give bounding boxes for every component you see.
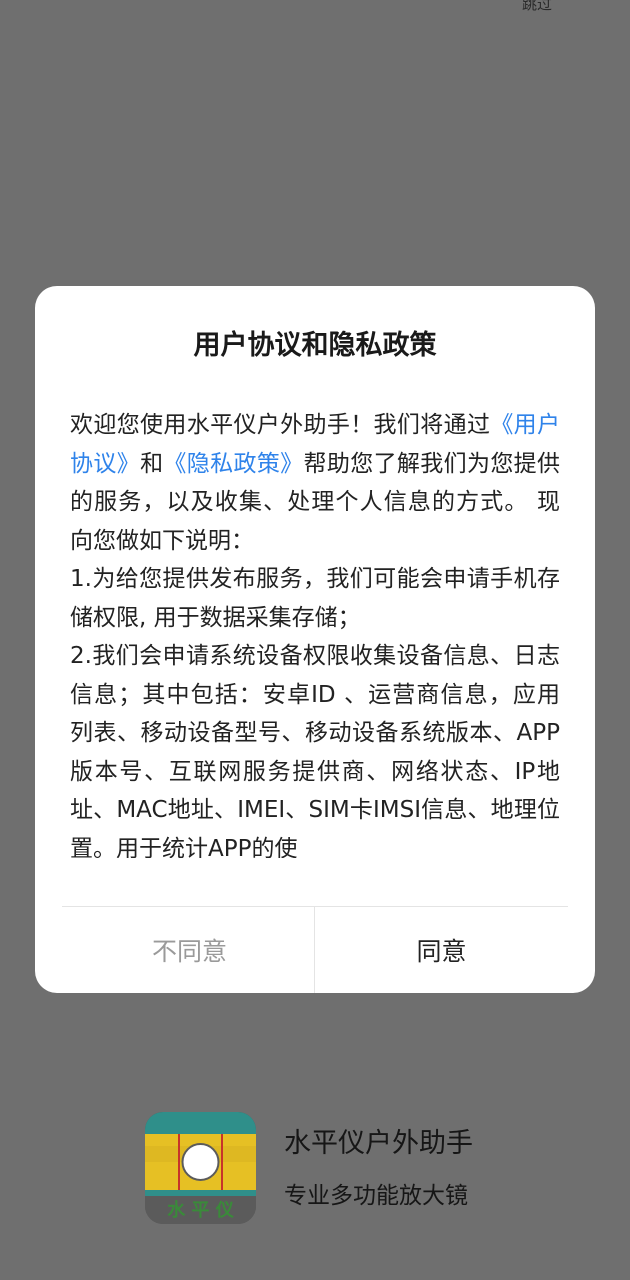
disagree-button[interactable]: 不同意 bbox=[50, 907, 329, 993]
app-slogan: 专业多功能放大镜 bbox=[284, 1183, 468, 1209]
item-1-text: 1.为给您提供发布服务，我们可能会申请手机存储权限, 用于数据采集存储； bbox=[70, 566, 560, 631]
privacy-dialog: 用户协议和隐私政策 欢迎您使用水平仪户外助手！我们将通过《用户协议》和《隐私政策… bbox=[35, 286, 595, 993]
app-name: 水平仪户外助手 bbox=[284, 1128, 473, 1159]
privacy-policy-link[interactable]: 《隐私政策》 bbox=[163, 451, 303, 477]
level-logo-icon: 水 平 仪 bbox=[145, 1112, 256, 1224]
app-logo-icon: 水 平 仪 bbox=[145, 1112, 256, 1224]
agree-button[interactable]: 同意 bbox=[302, 907, 581, 993]
skip-button[interactable]: 跳过 bbox=[522, 0, 552, 14]
dialog-title: 用户协议和隐私政策 bbox=[193, 330, 437, 361]
item-2-text: 2.我们会申请系统设备权限收集设备信息、日志信息；其中包括：安卓ID 、运营商信… bbox=[70, 643, 560, 858]
svg-text:水 平 仪: 水 平 仪 bbox=[167, 1199, 235, 1221]
dialog-body[interactable]: 欢迎您使用水平仪户外助手！我们将通过《用户协议》和《隐私政策》帮助您了解我们为您… bbox=[70, 406, 560, 858]
intro-prefix: 欢迎您使用水平仪户外助手！我们将通过 bbox=[70, 412, 491, 438]
intro-paragraph: 欢迎您使用水平仪户外助手！我们将通过《用户协议》和《隐私政策》帮助您了解我们为您… bbox=[70, 406, 560, 560]
and-text: 和 bbox=[140, 450, 164, 477]
